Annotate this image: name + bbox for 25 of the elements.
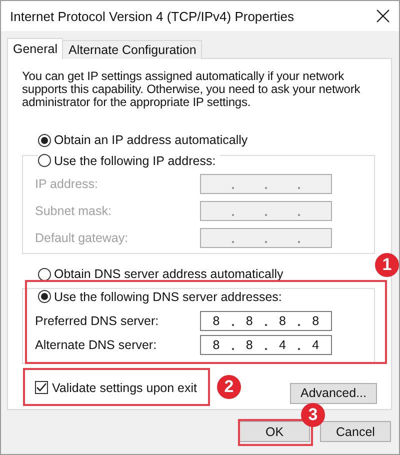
radio-label: Obtain DNS server address automatically (54, 267, 284, 281)
radio-button[interactable] (38, 134, 51, 146)
checkbox[interactable] (35, 381, 48, 394)
field-label: Default gateway: (35, 230, 128, 244)
cancel-button[interactable]: Cancel (320, 421, 391, 442)
ip-address-field[interactable]: 8 8 8 8 (200, 310, 332, 330)
radio-button[interactable] (38, 154, 51, 167)
advanced-button[interactable]: Advanced... (290, 382, 377, 404)
tab[interactable]: General (7, 38, 64, 59)
ip-address-field[interactable]: 8 8 4 4 (200, 334, 332, 354)
checkbox-label: Validate settings upon exit (52, 380, 198, 394)
field-label: Alternate DNS server: (35, 338, 157, 352)
radio-label: Use the following DNS server addresses: (54, 290, 282, 304)
close-icon[interactable] (376, 9, 390, 23)
field-label: Subnet mask: (35, 204, 112, 218)
ok-button[interactable]: OK (239, 421, 310, 442)
radio-label: Use the following IP address: (54, 154, 216, 168)
tab[interactable]: Alternate Configuration (62, 40, 202, 59)
radio-button[interactable] (38, 268, 51, 280)
window-title: Internet Protocol Version 4 (TCP/IPv4) Properties (10, 8, 294, 24)
field-label: Preferred DNS server: (35, 314, 159, 328)
radio-label: Obtain an IP address automatically (54, 133, 248, 147)
field-label: IP address: (35, 176, 98, 190)
radio-button[interactable] (38, 290, 51, 303)
description-text: You can get IP settings assigned automatically if your network supports this capability. Otherwise, you need to ask your network administrator for the appropriate IP settings. (22, 70, 362, 109)
